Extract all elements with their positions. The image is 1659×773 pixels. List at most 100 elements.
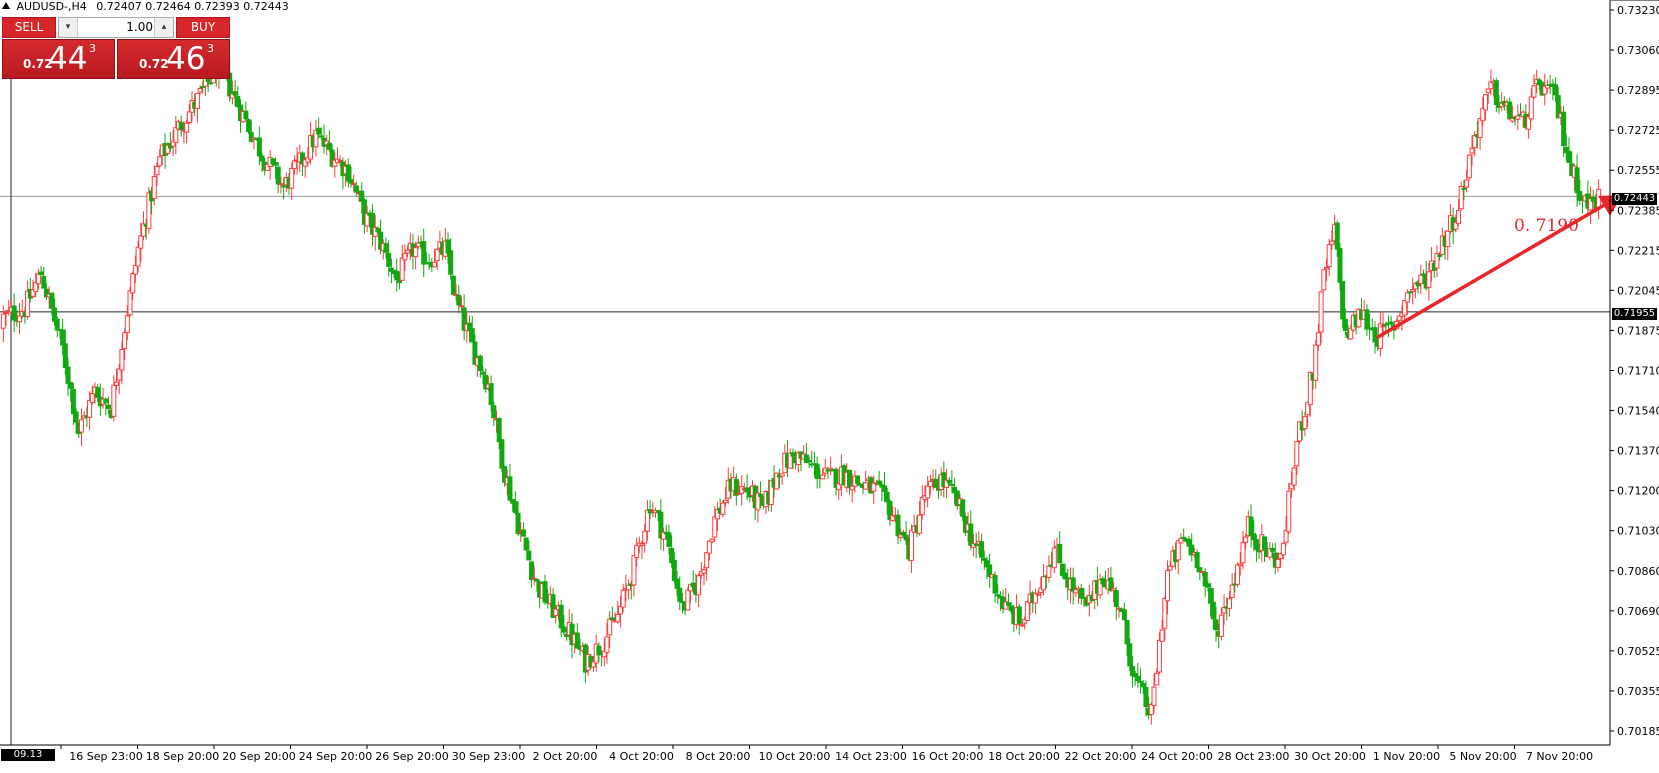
bull-candle — [917, 514, 923, 534]
bear-candle — [259, 155, 265, 162]
bull-candle — [122, 332, 128, 349]
x-tick-label: 5 Nov 20:00 — [1449, 750, 1516, 763]
bear-candle — [744, 487, 750, 493]
bull-candle — [908, 529, 914, 561]
bear-candle — [386, 253, 392, 267]
lot-size-value[interactable]: 1.00 — [79, 18, 153, 37]
bull-candle — [432, 261, 438, 268]
bull-candle — [1515, 115, 1521, 120]
bear-candle — [348, 179, 354, 184]
bear-candle — [847, 469, 853, 489]
bear-candle — [65, 366, 71, 385]
bull-candle — [111, 384, 117, 417]
bear-candle — [1127, 643, 1133, 667]
bull-candle — [402, 253, 408, 261]
ohlc-values: 0.72407 0.72464 0.72393 0.72443 — [96, 0, 289, 13]
bull-candle — [927, 481, 933, 487]
x-tick-label: 16 Sep 23:00 — [69, 750, 142, 763]
x-tick-label: 1 Nov 20:00 — [1373, 750, 1440, 763]
buy-button[interactable]: BUY — [176, 17, 230, 38]
bear-candle — [876, 480, 882, 485]
y-tick-label: 0.72725 — [1617, 124, 1659, 137]
sell-button[interactable]: SELL — [2, 17, 56, 38]
y-tick-label: 0.71540 — [1617, 405, 1659, 418]
bull-candle — [1178, 537, 1184, 544]
bear-candle — [38, 271, 44, 276]
bull-candle — [1051, 547, 1057, 569]
bull-candle — [78, 419, 84, 433]
bull-candle — [642, 530, 648, 544]
bull-candle — [1315, 332, 1321, 346]
bull-candle — [116, 368, 122, 381]
bull-candle — [1482, 94, 1488, 111]
bear-candle — [995, 594, 1001, 597]
bull-candle — [1237, 563, 1243, 567]
bear-candle — [882, 485, 888, 492]
x-tick-label: 10 Oct 20:00 — [759, 750, 831, 763]
bear-candle — [1081, 596, 1087, 599]
bear-candle — [316, 127, 322, 135]
bear-candle — [960, 499, 966, 517]
symbol-timeframe: AUDUSD-,H4 — [16, 0, 87, 13]
bear-candle — [806, 459, 812, 463]
bear-candle — [1005, 602, 1011, 606]
bear-candle — [421, 241, 427, 265]
bull-candle — [685, 589, 691, 611]
bull-candle — [712, 516, 718, 538]
lot-increase-icon[interactable]: ▴ — [154, 18, 173, 37]
bear-candle — [456, 294, 462, 306]
sell-quote[interactable]: 0.72 44 3 — [2, 39, 115, 79]
bear-candle — [1340, 281, 1346, 320]
bear-candle — [248, 132, 254, 142]
bear-candle — [383, 243, 389, 253]
y-tick-label: 0.71710 — [1617, 365, 1659, 378]
y-tick-label: 0.72385 — [1617, 204, 1659, 217]
y-tick-label: 0.70860 — [1617, 565, 1659, 578]
bull-candle — [1164, 570, 1170, 602]
bull-candle — [1286, 490, 1292, 533]
bear-candle — [68, 382, 74, 389]
x-tick-label: 14 Oct 23:00 — [835, 750, 907, 763]
buy-quote[interactable]: 0.72 46 3 — [117, 39, 230, 79]
bear-candle — [73, 411, 79, 423]
bull-candle — [194, 92, 200, 110]
x-tick-label: 18 Oct 20:00 — [988, 750, 1060, 763]
one-click-trading-panel: SELL ▾ 1.00 ▴ BUY 0.72 44 3 0.72 46 3 — [2, 17, 230, 79]
bear-candle — [758, 493, 764, 498]
x-tick-label: 24 Sep 20:00 — [299, 750, 372, 763]
bear-candle — [477, 355, 483, 371]
bear-candle — [11, 305, 17, 321]
price-annotation: 0. 7190 — [1514, 216, 1579, 236]
bear-candle — [480, 371, 486, 375]
bull-candle — [701, 568, 707, 574]
bull-candle — [87, 400, 93, 418]
lot-size-stepper[interactable]: ▾ 1.00 ▴ — [58, 17, 174, 38]
bull-candle — [1302, 416, 1308, 430]
bull-candle — [1380, 325, 1386, 328]
bear-candle — [526, 550, 532, 561]
bull-candle — [399, 257, 405, 281]
sell-price-fraction: 3 — [89, 42, 96, 55]
price-chart[interactable]: 0.732300.730600.728950.727250.725550.723… — [0, 0, 1659, 769]
bear-candle — [275, 166, 281, 185]
bull-candle — [1426, 271, 1432, 288]
bear-candle — [41, 276, 47, 289]
bull-candle — [138, 235, 144, 249]
bear-candle — [1143, 686, 1149, 708]
bear-candle — [679, 601, 685, 604]
bull-candle — [1159, 629, 1165, 642]
y-tick-label: 0.70355 — [1617, 685, 1659, 698]
bear-candle — [281, 185, 287, 188]
lot-decrease-icon[interactable]: ▾ — [59, 18, 78, 37]
bull-candle — [1019, 624, 1025, 627]
bull-candle — [1313, 344, 1319, 381]
bear-candle — [529, 561, 535, 581]
bear-candle — [1210, 601, 1216, 620]
bull-candle — [1235, 564, 1241, 585]
x-tick-label: 2 Oct 20:00 — [533, 750, 598, 763]
x-tick-label: 4 Oct 20:00 — [609, 750, 674, 763]
y-tick-label: 0.71875 — [1617, 324, 1659, 337]
bull-candle — [1329, 240, 1335, 246]
collapse-triangle-icon[interactable] — [2, 2, 10, 9]
bear-candle — [1205, 583, 1211, 588]
